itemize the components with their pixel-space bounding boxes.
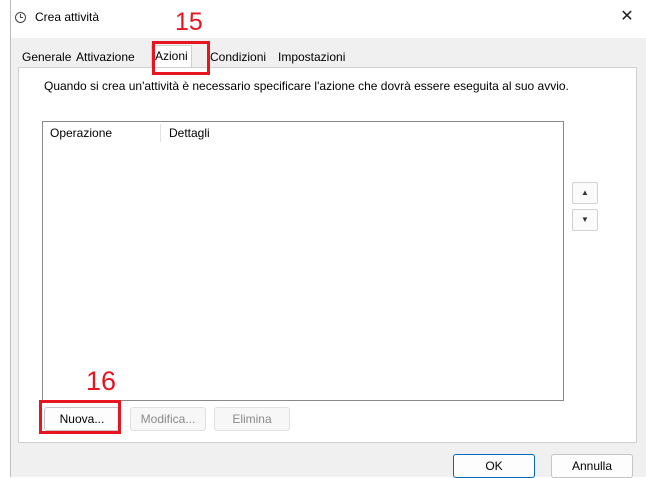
annotation-highlight-new-button — [39, 400, 121, 434]
window-title: Crea attività — [35, 10, 100, 24]
column-header-operazione[interactable]: Operazione — [50, 126, 112, 140]
actions-description: Quando si crea un'attività è necessario … — [44, 79, 569, 93]
move-up-button[interactable]: ▲ — [572, 182, 598, 204]
cancel-button[interactable]: Annulla — [551, 454, 633, 478]
create-task-window: Crea attività ✕ Generale Attivazione Azi… — [10, 0, 646, 478]
actions-list[interactable]: Operazione Dettagli — [42, 121, 564, 401]
column-header-dettagli[interactable]: Dettagli — [169, 126, 210, 140]
annotation-number-15: 15 — [175, 8, 203, 36]
ok-button[interactable]: OK — [453, 454, 535, 478]
list-header: Operazione Dettagli — [43, 122, 563, 144]
arrow-up-icon: ▲ — [581, 188, 589, 197]
tab-condizioni[interactable]: Condizioni — [207, 48, 269, 67]
close-button[interactable]: ✕ — [617, 7, 637, 27]
tab-attivazione[interactable]: Attivazione — [73, 48, 138, 67]
tab-generale[interactable]: Generale — [19, 48, 74, 67]
delete-action-button[interactable]: Elimina — [214, 407, 290, 431]
clock-icon — [15, 12, 26, 23]
move-down-button[interactable]: ▼ — [572, 209, 598, 231]
column-separator[interactable] — [160, 124, 161, 142]
arrow-down-icon: ▼ — [581, 215, 589, 224]
title-bar: Crea attività ✕ — [11, 0, 646, 38]
tab-strip: Generale Attivazione Azioni Condizioni I… — [11, 45, 646, 68]
edit-action-button[interactable]: Modifica... — [130, 407, 206, 431]
annotation-number-16: 16 — [86, 366, 117, 396]
annotation-highlight-tab — [152, 41, 210, 75]
tab-impostazioni[interactable]: Impostazioni — [275, 48, 348, 67]
